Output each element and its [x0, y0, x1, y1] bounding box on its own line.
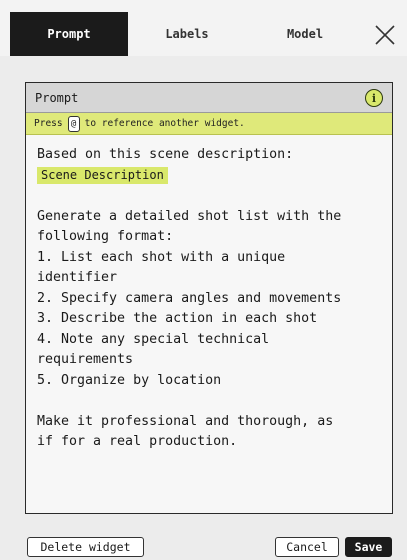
prompt-line: requirements — [37, 352, 134, 367]
prompt-line: Generate a detailed shot list with the — [37, 208, 342, 224]
close-icon[interactable] — [372, 22, 398, 48]
prompt-line: 2. Specify camera angles and movements — [37, 290, 342, 306]
prompt-line: Based on this scene description: — [37, 147, 294, 162]
prompt-line: 1. List each shot with a unique — [37, 249, 286, 265]
tab-prompt[interactable]: Prompt — [10, 12, 128, 56]
tab-model[interactable]: Model — [246, 12, 364, 56]
card-header: Prompt i — [26, 83, 392, 113]
prompt-line — [37, 186, 387, 207]
delete-widget-button[interactable]: Delete widget — [27, 537, 144, 557]
prompt-line: identifier — [37, 270, 118, 285]
prompt-line: 4. Note any special technical — [37, 331, 270, 347]
hint-text-before: Press — [34, 118, 63, 129]
prompt-line: if for a real production. — [37, 434, 238, 449]
cancel-button[interactable]: Cancel — [275, 537, 339, 557]
prompt-line: 3. Describe the action in each shot — [37, 311, 318, 326]
reference-hint-bar: Press @ to reference another widget. — [26, 113, 392, 135]
prompt-line-reference: Scene Description — [37, 166, 387, 187]
prompt-line: Make it professional and thorough, as — [37, 413, 334, 429]
save-button[interactable]: Save — [345, 537, 392, 557]
scene-description-reference-chip[interactable]: Scene Description — [37, 166, 168, 184]
tab-labels[interactable]: Labels — [128, 12, 246, 56]
prompt-line — [37, 391, 387, 412]
card-title: Prompt — [35, 90, 79, 105]
info-icon[interactable]: i — [365, 89, 383, 107]
prompt-line: following format: — [37, 229, 174, 244]
prompt-text-editor[interactable]: Based on this scene description: Scene D… — [37, 145, 387, 453]
hint-text-after: to reference another widget. — [84, 118, 245, 129]
at-key-chip: @ — [67, 115, 80, 132]
tab-bar: Prompt Labels Model — [0, 0, 407, 56]
prompt-line: 5. Organize by location — [37, 372, 222, 388]
prompt-widget-card: Prompt i Press @ to reference another widg… — [25, 82, 393, 514]
